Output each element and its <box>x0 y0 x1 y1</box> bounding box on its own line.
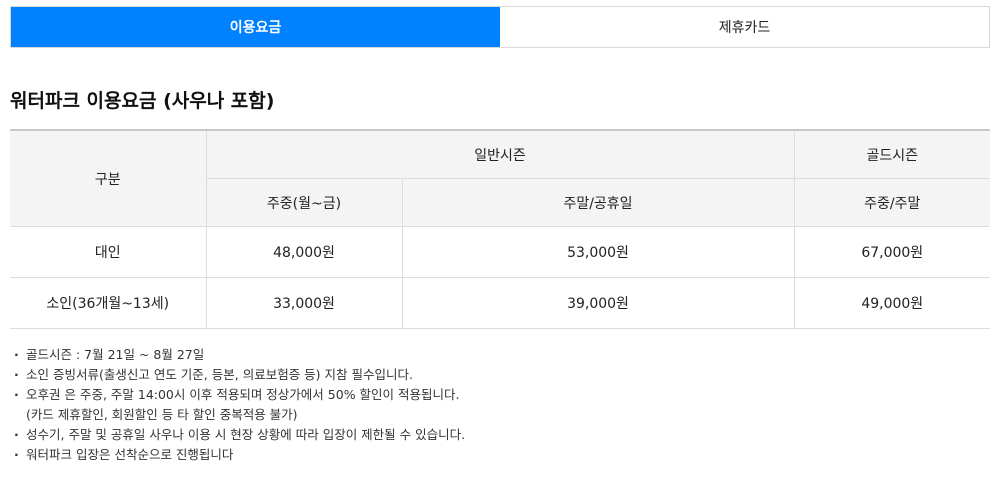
table-row: 소인(36개월~13세) 33,000원 39,000원 49,000원 <box>10 277 990 329</box>
note-text: 워터파크 입장은 선착순으로 진행됩니다 <box>26 447 234 462</box>
note-subtext: (카드 제휴할인, 회원할인 등 타 할인 중복적용 불가) <box>26 407 298 422</box>
note-text: 소인 증빙서류(출생신고 연도 기준, 등본, 의료보험증 등) 지참 필수입니… <box>26 367 413 382</box>
note-item: 성수기, 주말 및 공휴일 사우나 이용 시 현장 상황에 따라 입장이 제한될… <box>12 425 465 445</box>
row-weekend-price: 39,000원 <box>401 277 794 329</box>
note-text: 골드시즌 : 7월 21일 ~ 8월 27일 <box>26 347 205 362</box>
note-item: 골드시즌 : 7월 21일 ~ 8월 27일 <box>12 345 465 365</box>
header-weekday: 주중(월~금) <box>205 178 402 227</box>
row-category: 대인 <box>10 226 206 278</box>
row-category: 소인(36개월~13세) <box>10 277 206 329</box>
table-row: 대인 48,000원 53,000원 67,000원 <box>10 226 990 278</box>
note-text: 성수기, 주말 및 공휴일 사우나 이용 시 현장 상황에 따라 입장이 제한될… <box>26 427 466 442</box>
row-weekday-price: 33,000원 <box>205 277 402 329</box>
row-gold-price: 49,000원 <box>793 277 990 329</box>
header-regular-season: 일반시즌 <box>205 130 794 179</box>
tab-bar: 이용요금 제휴카드 <box>10 6 990 48</box>
note-text: 오후권 은 주중, 주말 14:00시 이후 적용되며 정상가에서 50% 할인… <box>26 387 460 402</box>
note-item: 오후권 은 주중, 주말 14:00시 이후 적용되며 정상가에서 50% 할인… <box>12 385 465 425</box>
page: 이용요금 제휴카드 워터파크 이용요금 (사우나 포함) 구분 일반시즌 골드시… <box>0 0 1003 479</box>
header-gold-season: 골드시즌 <box>793 130 990 179</box>
note-item: 소인 증빙서류(출생신고 연도 기준, 등본, 의료보험증 등) 지참 필수입니… <box>12 365 465 385</box>
row-weekday-price: 48,000원 <box>205 226 402 278</box>
header-weekend-holiday: 주말/공휴일 <box>401 178 794 227</box>
note-item: 워터파크 입장은 선착순으로 진행됩니다 <box>12 445 465 465</box>
tab-fees[interactable]: 이용요금 <box>11 7 500 47</box>
notes-list: 골드시즌 : 7월 21일 ~ 8월 27일 소인 증빙서류(출생신고 연도 기… <box>12 345 465 465</box>
header-category: 구분 <box>10 130 206 227</box>
tab-partner-cards[interactable]: 제휴카드 <box>500 7 989 47</box>
row-gold-price: 67,000원 <box>793 226 990 278</box>
row-weekend-price: 53,000원 <box>401 226 794 278</box>
fee-table: 구분 일반시즌 골드시즌 주중(월~금) 주말/공휴일 주중/주말 대인 48,… <box>10 129 990 329</box>
header-weekday-weekend: 주중/주말 <box>793 178 990 227</box>
section-title: 워터파크 이용요금 (사우나 포함) <box>10 90 275 112</box>
